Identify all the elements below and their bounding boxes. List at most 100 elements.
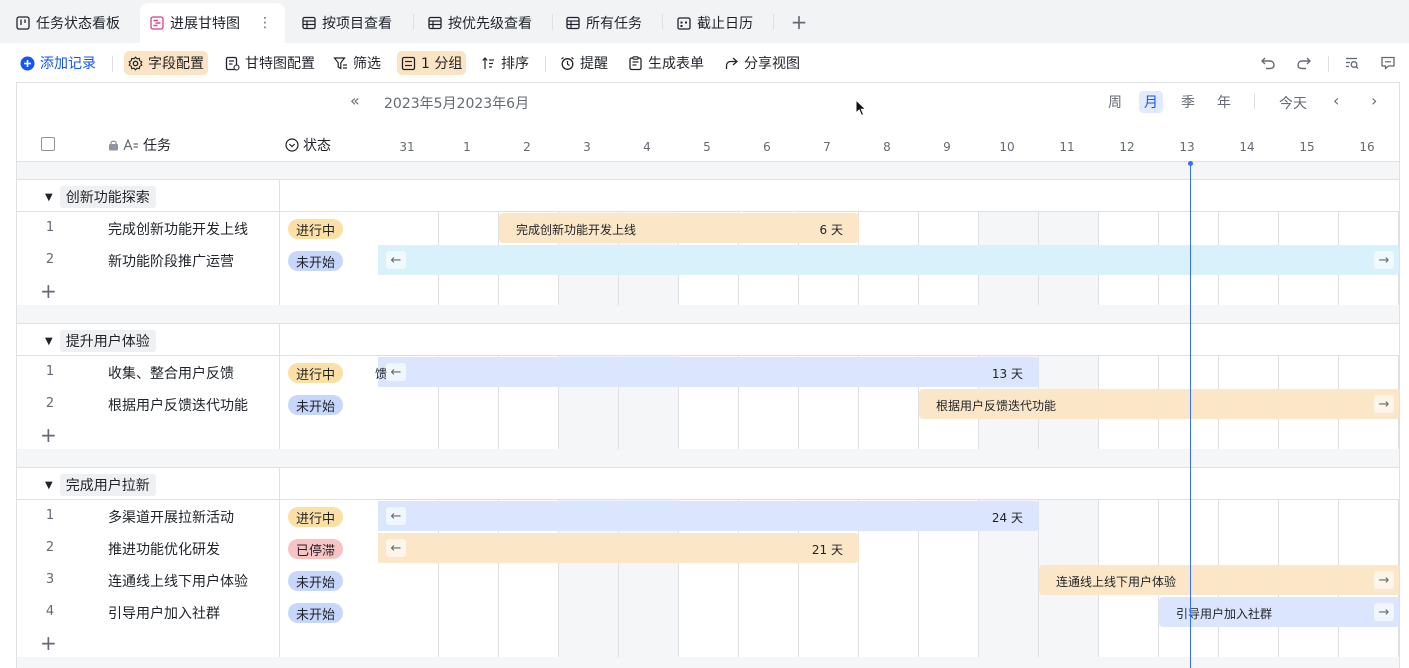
gantt-bar[interactable]: 完成创新功能开发上线 6 天: [499, 213, 859, 243]
chevron-right-icon[interactable]: ›: [1371, 91, 1377, 110]
task-title[interactable]: 新功能阶段推广运营: [108, 251, 234, 271]
group-name[interactable]: ▼ 提升用户体验: [45, 330, 156, 352]
task-title[interactable]: 收集、整合用户反馈: [108, 363, 234, 383]
gantt-bar[interactable]: 引导用户加入社群 →: [1159, 597, 1399, 627]
caret-down-icon[interactable]: ▼: [45, 192, 53, 203]
sort-button[interactable]: 排序: [477, 51, 533, 75]
group-label: 完成用户拉新: [59, 474, 156, 496]
share-icon: [725, 57, 738, 69]
status-badge[interactable]: 未开始: [288, 571, 344, 591]
gantt-bar[interactable]: 连通线上线下用户体验 →: [1039, 565, 1399, 595]
comment-icon[interactable]: [1378, 53, 1398, 73]
group-spacer: [17, 657, 1399, 668]
arrow-left-icon[interactable]: ←: [386, 539, 406, 557]
gantt-config-button[interactable]: 甘特图配置: [221, 51, 319, 75]
day-label: 31: [399, 140, 415, 154]
gantt-bar[interactable]: ← 21 天: [378, 533, 859, 563]
arrow-right-icon[interactable]: →: [1374, 603, 1394, 621]
add-record-icon[interactable]: +: [40, 281, 57, 301]
gantt-bar[interactable]: 根据用户反馈迭代功能 →: [919, 389, 1399, 419]
row-number: 2: [45, 396, 55, 411]
tab-due-calendar[interactable]: 截止日历: [667, 3, 763, 43]
task-column-header[interactable]: 任务: [108, 135, 171, 155]
scale-year[interactable]: 年: [1212, 91, 1236, 113]
filter-icon: [333, 56, 347, 70]
task-row[interactable]: 2 新功能阶段推广运营 未开始: [17, 244, 377, 276]
add-record-icon[interactable]: +: [40, 633, 57, 653]
status-column-header[interactable]: 状态: [285, 135, 331, 155]
status-badge[interactable]: 进行中: [288, 363, 344, 383]
task-title[interactable]: 推进功能优化研发: [108, 539, 220, 559]
task-title[interactable]: 引导用户加入社群: [108, 603, 220, 623]
group-name[interactable]: ▼ 创新功能探索: [45, 186, 156, 208]
collapse-panel-icon[interactable]: «: [350, 91, 360, 110]
group-name[interactable]: ▼ 完成用户拉新: [45, 474, 156, 496]
arrow-left-icon[interactable]: ←: [386, 363, 406, 381]
add-record-icon[interactable]: +: [40, 425, 57, 445]
tab-label: 所有任务: [586, 16, 642, 32]
tab-all-tasks[interactable]: 所有任务: [556, 3, 652, 43]
add-view-button[interactable]: +: [787, 10, 811, 34]
gantt-bar-label: 完成创新功能开发上线: [516, 223, 637, 237]
task-title[interactable]: 连通线上线下用户体验: [108, 571, 248, 591]
status-badge[interactable]: 进行中: [288, 507, 344, 527]
status-badge[interactable]: 未开始: [288, 603, 344, 623]
arrow-right-icon[interactable]: →: [1374, 571, 1394, 589]
task-row[interactable]: 4 引导用户加入社群 未开始: [17, 596, 377, 628]
redo-icon[interactable]: [1294, 53, 1314, 73]
status-badge[interactable]: 未开始: [288, 251, 344, 271]
chevron-left-icon[interactable]: ‹: [1333, 91, 1339, 110]
task-row[interactable]: 1 收集、整合用户反馈 进行中: [17, 356, 377, 388]
arrow-left-icon[interactable]: ←: [386, 251, 406, 269]
tab-label: 按优先级查看: [448, 16, 532, 32]
day-label: 5: [703, 140, 711, 154]
tab-status-board[interactable]: 任务状态看板: [6, 3, 130, 43]
tab-by-priority[interactable]: 按优先级查看: [418, 3, 542, 43]
tab-by-project[interactable]: 按项目查看: [292, 3, 402, 43]
reminder-button[interactable]: 提醒: [556, 51, 612, 75]
status-badge[interactable]: 已停滞: [288, 539, 344, 559]
task-row[interactable]: 2 根据用户反馈迭代功能 未开始: [17, 388, 377, 420]
arrow-right-icon[interactable]: →: [1374, 251, 1394, 269]
task-row[interactable]: 3 连通线上线下用户体验 未开始: [17, 564, 377, 596]
status-badge[interactable]: 进行中: [288, 219, 344, 239]
arrow-left-icon[interactable]: ←: [386, 507, 406, 525]
task-row[interactable]: 2 推进功能优化研发 已停滞: [17, 532, 377, 564]
task-row[interactable]: 1 多渠道开展拉新活动 进行中: [17, 500, 377, 532]
select-all-checkbox[interactable]: [41, 137, 55, 151]
more-icon[interactable]: ⋮: [258, 15, 272, 31]
caret-down-icon[interactable]: ▼: [45, 480, 53, 491]
caret-down-icon[interactable]: ▼: [45, 336, 53, 347]
task-title[interactable]: 完成创新功能开发上线: [108, 219, 248, 239]
task-title[interactable]: 多渠道开展拉新活动: [108, 507, 234, 527]
status-badge[interactable]: 未开始: [288, 395, 344, 415]
tab-gantt[interactable]: 进展甘特图 ⋮: [140, 3, 285, 43]
day-label: 13: [1179, 140, 1195, 154]
task-row[interactable]: 1 完成创新功能开发上线 进行中: [17, 212, 377, 244]
filter-button[interactable]: 筛选: [329, 51, 385, 75]
add-record-button[interactable]: 添加记录: [16, 51, 100, 75]
undo-icon[interactable]: [1258, 53, 1278, 73]
tab-label: 进展甘特图: [170, 16, 240, 32]
gantt-bar[interactable]: ← 馈 13 天: [375, 357, 1039, 387]
gantt-bar[interactable]: ← 24 天: [378, 501, 1039, 531]
gantt-bar[interactable]: ← →: [378, 245, 1399, 275]
arrow-right-icon[interactable]: →: [1374, 395, 1394, 413]
field-config-button[interactable]: 字段配置: [124, 51, 208, 75]
scale-quarter[interactable]: 季: [1176, 91, 1200, 113]
tab-label: 按项目查看: [322, 16, 392, 32]
scale-month[interactable]: 月: [1139, 91, 1163, 113]
share-view-button[interactable]: 分享视图: [720, 51, 804, 75]
scale-week[interactable]: 周: [1103, 91, 1127, 113]
group-button[interactable]: 1 分组: [397, 51, 467, 75]
search-list-icon[interactable]: [1342, 53, 1362, 73]
generate-form-button[interactable]: 生成表单: [624, 51, 708, 75]
sort-label: 排序: [501, 56, 529, 72]
today-button[interactable]: 今天: [1279, 93, 1307, 113]
gantt-settings-icon: [225, 56, 240, 71]
kanban-icon: [16, 16, 30, 30]
task-title[interactable]: 根据用户反馈迭代功能: [108, 395, 248, 415]
plus-circle-icon: [20, 56, 35, 70]
group-header: ▼ 完成用户拉新: [17, 468, 1399, 500]
group-icon: [401, 56, 416, 70]
